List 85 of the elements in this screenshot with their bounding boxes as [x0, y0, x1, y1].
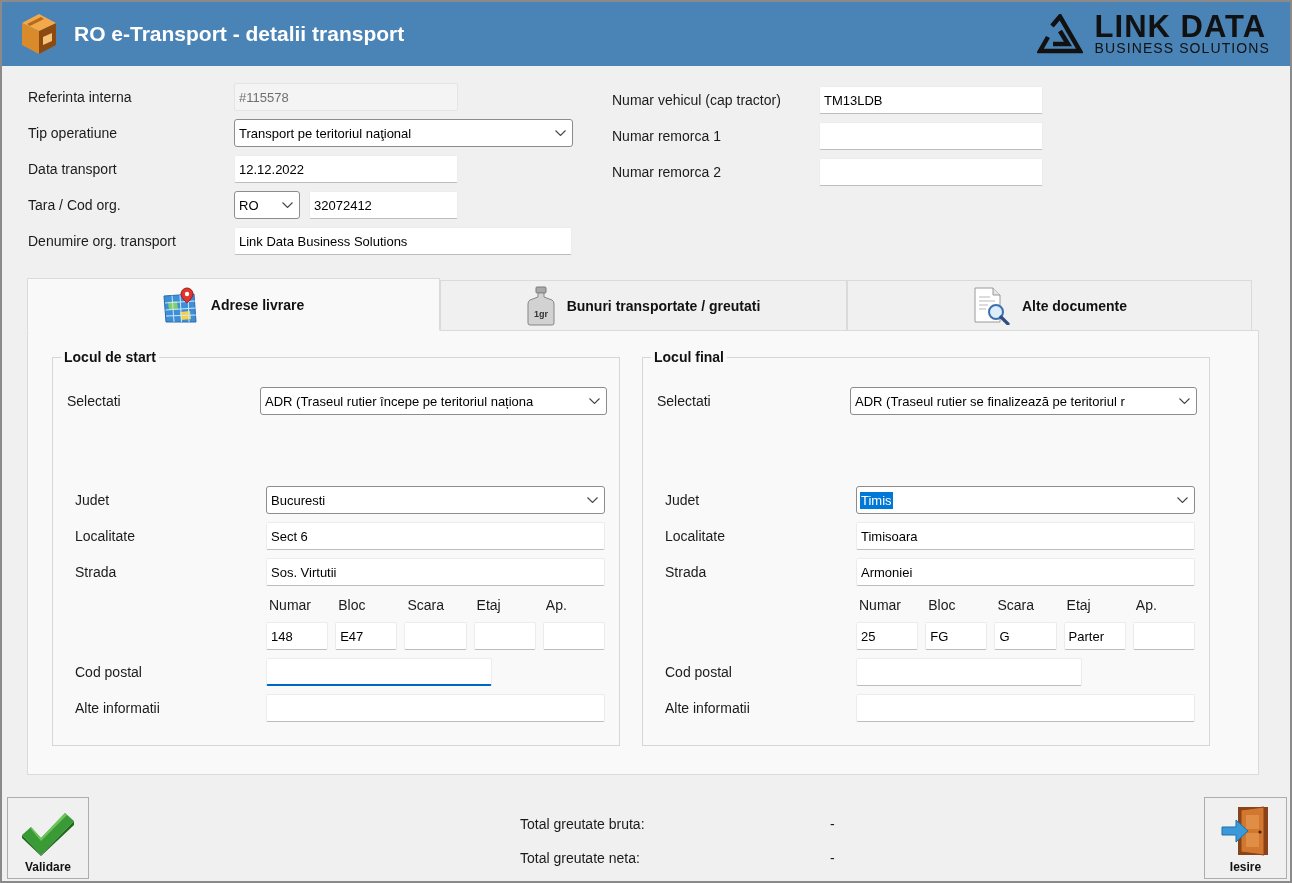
text-field[interactable]: Sos. Virtutii: [266, 558, 605, 586]
dropdown[interactable]: Transport pe teritoriul naţional: [234, 119, 573, 147]
text-field[interactable]: [404, 622, 467, 650]
box-icon: [19, 12, 59, 56]
dropdown[interactable]: Timis: [856, 486, 1195, 514]
text-field[interactable]: [856, 658, 1082, 686]
text-field[interactable]: Armoniei: [856, 558, 1195, 586]
text-field[interactable]: 148: [266, 622, 329, 650]
text-field[interactable]: [856, 694, 1195, 722]
text-field[interactable]: 12.12.2022: [234, 155, 458, 183]
logo-tagline: BUSINESS SOLUTIONS: [1094, 41, 1270, 56]
field-label: Judet: [75, 492, 110, 508]
field-label: Alte informatii: [75, 700, 160, 716]
exit-button[interactable]: Iesire: [1204, 797, 1287, 879]
field-label: Data transport: [28, 161, 117, 177]
tab[interactable]: 1gr Bunuri transportate / greutati: [440, 280, 847, 330]
checkmark-icon: [21, 812, 75, 856]
dropdown[interactable]: ADR (Traseul rutier începe pe teritoriul naționa: [260, 387, 607, 415]
field-label: Numar: [268, 596, 311, 615]
validate-button[interactable]: Validare: [7, 797, 89, 879]
field-label: Selectati: [67, 393, 121, 409]
field-label: Numar remorca 2: [612, 164, 721, 180]
text-field[interactable]: 25: [856, 622, 919, 650]
field-label: Cod postal: [75, 664, 142, 680]
field-label: Tara / Cod org.: [28, 197, 121, 213]
chevron-down-icon: [589, 398, 600, 404]
dropdown[interactable]: Bucuresti: [266, 486, 605, 514]
chevron-down-icon: [555, 130, 566, 136]
text-field[interactable]: Sect 6: [266, 522, 605, 550]
chevron-down-icon: [587, 497, 598, 503]
country-dropdown[interactable]: RO: [234, 191, 300, 219]
text-field[interactable]: Link Data Business Solutions: [234, 227, 572, 255]
field-label: Tip operatiune: [28, 125, 117, 141]
chevron-down-icon: [1179, 398, 1190, 404]
dropdown[interactable]: ADR (Traseul rutier se finalizează pe teritoriul r: [850, 387, 1197, 415]
field-label: Ap.: [1134, 596, 1157, 615]
total-value: -: [830, 849, 835, 867]
map-pin-icon: [162, 286, 199, 323]
total-value: -: [830, 815, 835, 833]
text-field[interactable]: G: [994, 622, 1057, 650]
field-label: Judet: [665, 492, 700, 508]
total-label: Total greutate bruta:: [520, 815, 645, 833]
text-field[interactable]: Timisoara: [856, 522, 1195, 550]
group-title: Locul final: [653, 349, 725, 365]
window-title: RO e-Transport - detalii transport: [74, 22, 405, 46]
text-field[interactable]: [1132, 622, 1195, 650]
field-label: Etaj: [1065, 596, 1091, 615]
field-label: Numar vehicul (cap tractor): [612, 92, 781, 108]
field-label: Strada: [665, 564, 707, 580]
text-field[interactable]: 32072412: [309, 191, 458, 219]
field-label: Scara: [406, 596, 444, 615]
text-field[interactable]: [266, 694, 605, 722]
group-title: Locul de start: [63, 349, 157, 365]
document-search-icon: [972, 286, 1010, 325]
chevron-down-icon: [282, 202, 293, 208]
field-label: Referinta interna: [28, 89, 132, 105]
field-label: Localitate: [665, 528, 725, 544]
text-field[interactable]: E47: [335, 622, 398, 650]
chevron-down-icon: [1177, 497, 1188, 503]
tab[interactable]: Adrese livrare: [27, 278, 440, 331]
tab[interactable]: Alte documente: [847, 280, 1252, 330]
text-field[interactable]: [819, 122, 1043, 150]
field-label: Bloc: [927, 596, 956, 615]
field-label: Numar remorca 1: [612, 128, 721, 144]
field-label: Cod postal: [665, 664, 732, 680]
field-label: Alte informatii: [665, 700, 750, 716]
total-label: Total greutate neta:: [520, 849, 640, 867]
field-label: Numar: [858, 596, 901, 615]
logo-name: LINK DATA: [1094, 12, 1267, 41]
field-label: Ap.: [544, 596, 567, 615]
triangle-logo-icon: [1036, 14, 1083, 54]
text-field[interactable]: TM13LDB: [819, 86, 1043, 114]
field-label: Bloc: [337, 596, 366, 615]
field-label: Strada: [75, 564, 117, 580]
text-field[interactable]: [473, 622, 536, 650]
field-label: Selectati: [657, 393, 711, 409]
text-field[interactable]: [819, 158, 1043, 186]
text-field[interactable]: [542, 622, 605, 650]
field-label: Localitate: [75, 528, 135, 544]
field-label: Etaj: [475, 596, 501, 615]
text-field[interactable]: [266, 658, 492, 686]
text-field[interactable]: FG: [925, 622, 988, 650]
field-label: Denumire org. transport: [28, 233, 176, 249]
text-field[interactable]: Parter: [1063, 622, 1126, 650]
field-label: Scara: [996, 596, 1034, 615]
